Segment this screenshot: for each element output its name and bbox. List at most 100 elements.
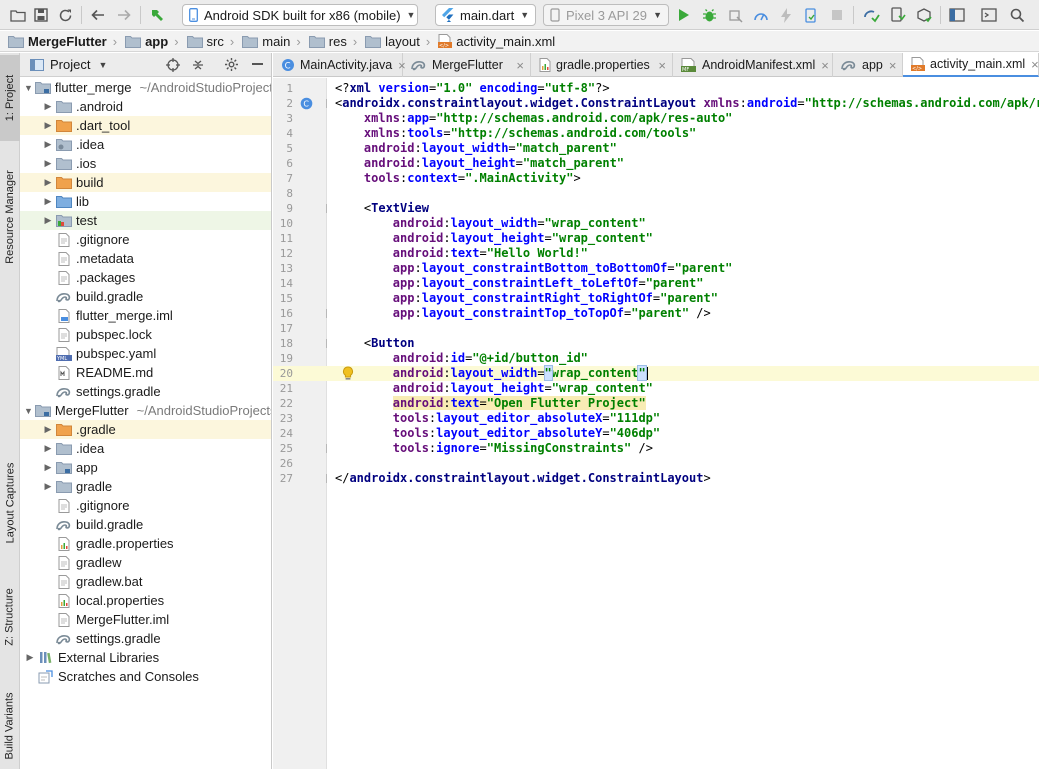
tree-item[interactable]: ▶ External Libraries [20, 648, 271, 667]
breadcrumb-item[interactable]: src › [179, 34, 234, 49]
save-all-icon[interactable] [31, 4, 51, 26]
tree-item[interactable]: ▶ .gradle [20, 420, 271, 439]
tab-resource-manager[interactable]: Resource Manager [0, 153, 20, 281]
tree-item[interactable]: ▶ test [20, 211, 271, 230]
open-folder-icon[interactable] [8, 4, 28, 26]
editor-tab[interactable]: app × [833, 53, 903, 77]
collapse-arrow-icon[interactable]: ▶ [42, 135, 54, 154]
tree-item[interactable]: .metadata [20, 249, 271, 268]
close-icon[interactable]: × [510, 58, 530, 73]
collapse-arrow-icon[interactable]: ▶ [42, 154, 54, 173]
collapse-arrow-icon[interactable]: ▶ [24, 648, 36, 667]
tree-item[interactable]: gradlew [20, 553, 271, 572]
tree-item[interactable]: ▶ lib [20, 192, 271, 211]
tab-build-variants[interactable]: Build Variants [0, 683, 20, 769]
stop-icon[interactable] [827, 4, 847, 26]
apply-code-changes-icon[interactable] [801, 4, 821, 26]
breadcrumb-item[interactable]: res › [301, 34, 357, 49]
tree-item[interactable]: settings.gradle [20, 382, 271, 401]
line-number: 3 [286, 112, 293, 125]
collapse-arrow-icon[interactable]: ▶ [42, 458, 54, 477]
build-hammer-icon[interactable] [146, 4, 168, 26]
project-view-selector[interactable]: Project ▼ [50, 57, 107, 72]
search-icon[interactable] [1006, 4, 1028, 26]
tree-item[interactable]: Scratches and Consoles [20, 667, 271, 686]
tree-item[interactable]: gradle.properties [20, 534, 271, 553]
close-icon[interactable]: × [883, 58, 903, 73]
tree-item[interactable]: ▶ .android [20, 97, 271, 116]
class-marker-icon[interactable]: C [300, 97, 313, 110]
attach-debugger-icon[interactable] [725, 4, 745, 26]
tree-item[interactable]: build.gradle [20, 287, 271, 306]
tab-layout-captures[interactable]: Layout Captures [0, 448, 20, 558]
expand-arrow-icon[interactable]: ▼ [24, 401, 33, 420]
tree-item[interactable]: build.gradle [20, 515, 271, 534]
intention-bulb-icon[interactable] [342, 366, 354, 381]
collapse-arrow-icon[interactable]: ▶ [42, 116, 54, 135]
sdk-manager-icon[interactable] [913, 4, 935, 26]
run-configuration-dropdown[interactable]: Android SDK built for x86 (mobile) ▼ [182, 4, 418, 26]
collapse-arrow-icon[interactable]: ▶ [42, 192, 54, 211]
debug-bug-icon[interactable] [699, 4, 719, 26]
gear-icon[interactable] [224, 57, 239, 72]
editor-tab[interactable]: </> activity_main.xml × [903, 53, 1039, 77]
locate-target-icon[interactable] [166, 58, 180, 72]
forward-arrow-icon[interactable] [114, 4, 134, 26]
tree-item[interactable]: ▼ flutter_merge ~/AndroidStudioProjects/fl… [20, 78, 271, 97]
collapse-arrow-icon[interactable]: ▶ [42, 439, 54, 458]
breadcrumb-item[interactable]: main › [234, 34, 301, 49]
dart-file-dropdown[interactable]: main.dart ▼ [435, 4, 536, 26]
breadcrumb-item[interactable]: layout › [357, 34, 430, 49]
tree-item[interactable]: YML pubspec.yaml [20, 344, 271, 363]
tree-item[interactable]: ▶ .dart_tool [20, 116, 271, 135]
breadcrumb-item[interactable]: app › [117, 34, 179, 49]
tree-item[interactable]: flutter_merge.iml [20, 306, 271, 325]
tree-item[interactable]: .gitignore [20, 230, 271, 249]
profiler-icon[interactable] [751, 4, 771, 26]
collapse-arrow-icon[interactable]: ▶ [42, 420, 54, 439]
project-structure-icon[interactable] [946, 4, 968, 26]
close-icon[interactable]: × [815, 58, 835, 73]
collapse-arrow-icon[interactable]: ▶ [42, 173, 54, 192]
avd-manager-icon[interactable] [887, 4, 909, 26]
sync-icon[interactable] [55, 4, 75, 26]
editor-tab[interactable]: MergeFlutter × [403, 53, 531, 77]
tree-item[interactable]: local.properties [20, 591, 271, 610]
expand-arrow-icon[interactable]: ▼ [24, 78, 33, 97]
close-icon[interactable]: × [652, 58, 672, 73]
editor-tab[interactable]: C MainActivity.java × [273, 53, 406, 77]
breadcrumb-item[interactable]: </> activity_main.xml [430, 34, 555, 49]
tree-item[interactable]: MergeFlutter.iml [20, 610, 271, 629]
collapse-all-icon[interactable] [192, 58, 204, 72]
tree-item[interactable]: ▶ app [20, 458, 271, 477]
collapse-arrow-icon[interactable]: ▶ [42, 211, 54, 230]
editor-tab[interactable]: gradle.properties × [531, 53, 673, 77]
layout-inspector-icon[interactable] [978, 4, 1000, 26]
tree-item[interactable]: pubspec.lock [20, 325, 271, 344]
code-editor[interactable]: <?xml version="1.0" encoding="utf-8"?> <a… [327, 78, 1039, 769]
tree-item[interactable]: ▼ MergeFlutter ~/AndroidStudioProjects/Mer… [20, 401, 271, 420]
tree-item[interactable]: ▶ gradle [20, 477, 271, 496]
collapse-arrow-icon[interactable]: ▶ [42, 477, 54, 496]
sync-gradle-icon[interactable] [860, 4, 882, 26]
tree-item[interactable]: ▶ .ios [20, 154, 271, 173]
apply-changes-icon[interactable] [777, 4, 795, 26]
editor-tab[interactable]: MF AndroidManifest.xml × [673, 53, 833, 77]
tab-structure[interactable]: Z: Structure [0, 576, 20, 658]
device-dropdown[interactable]: Pixel 3 API 29 ▼ [543, 4, 669, 26]
hide-panel-icon[interactable] [252, 63, 263, 65]
tree-item[interactable]: ▶ .idea [20, 439, 271, 458]
tree-item[interactable]: ▶ build [20, 173, 271, 192]
back-arrow-icon[interactable] [88, 4, 108, 26]
tree-item[interactable]: settings.gradle [20, 629, 271, 648]
tree-item[interactable]: ▶ .idea [20, 135, 271, 154]
run-play-icon[interactable] [675, 4, 693, 26]
tree-item[interactable]: .packages [20, 268, 271, 287]
tree-item[interactable]: .gitignore [20, 496, 271, 515]
tree-item[interactable]: README.md [20, 363, 271, 382]
collapse-arrow-icon[interactable]: ▶ [42, 97, 54, 116]
breadcrumb-item[interactable]: MergeFlutter › [0, 34, 117, 49]
tab-project[interactable]: 1: Project [0, 55, 20, 141]
close-icon[interactable]: × [1025, 57, 1039, 72]
tree-item[interactable]: gradlew.bat [20, 572, 271, 591]
